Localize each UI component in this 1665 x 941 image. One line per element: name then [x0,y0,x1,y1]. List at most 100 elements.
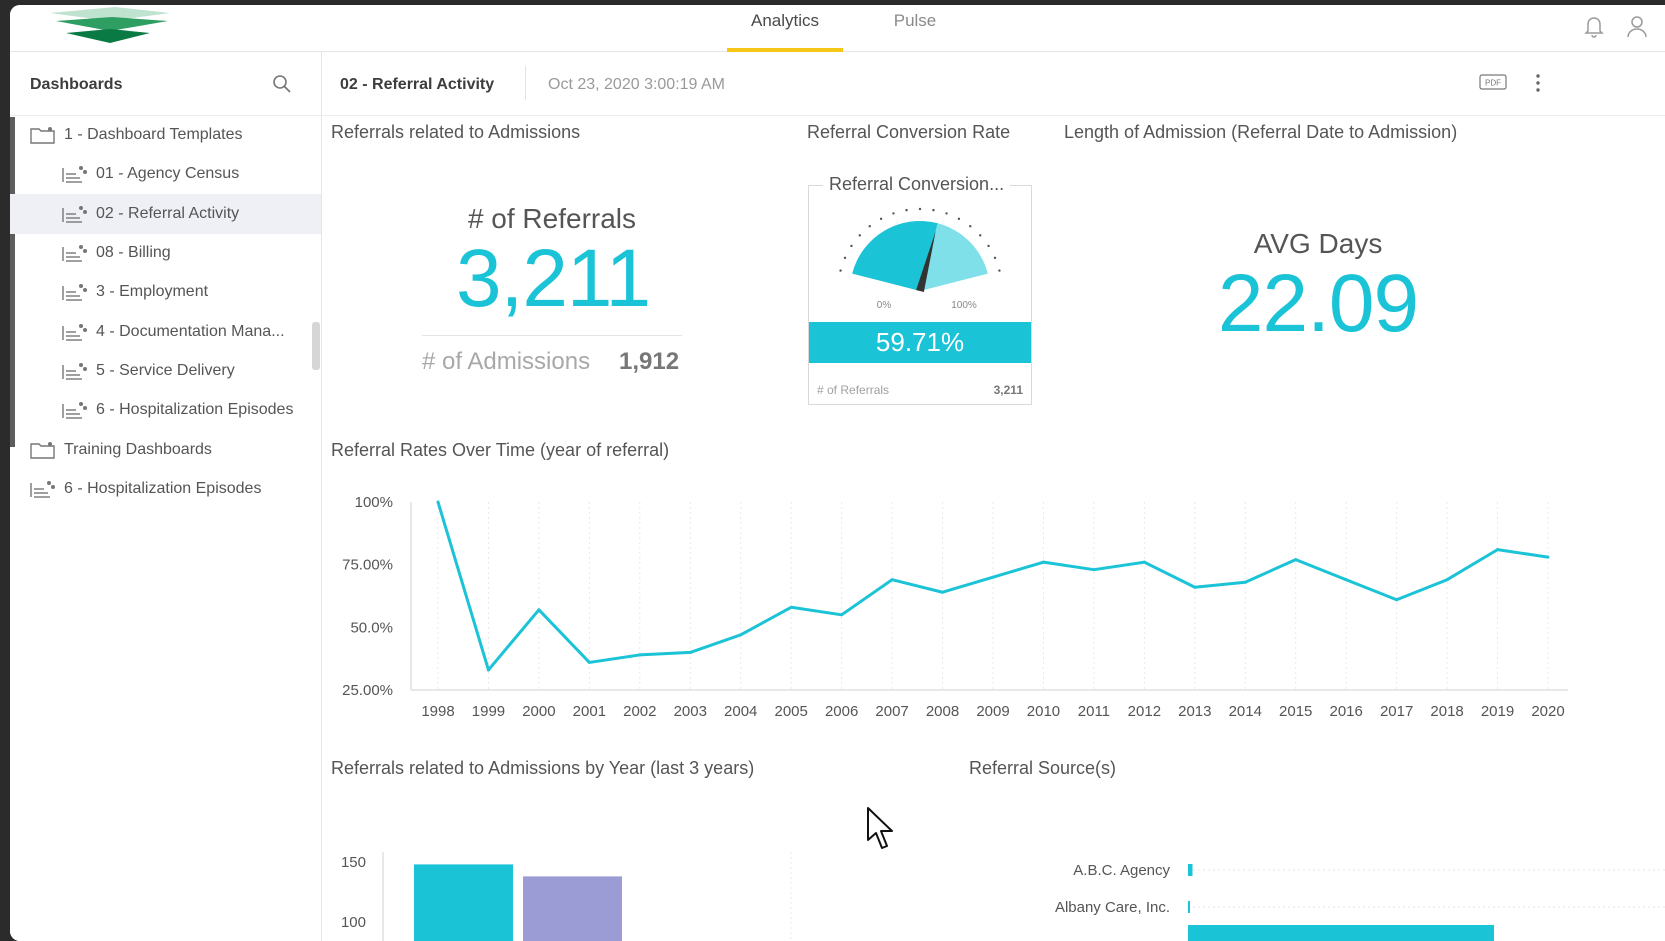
dashboard-icon [30,481,55,498]
sidebar-scrollbar[interactable] [312,322,320,370]
dashboard-icon [62,324,87,341]
avg-days-caption: AVG Days [1253,228,1383,259]
sidebar-item-hospitalization-episodes-root[interactable]: 6 - Hospitalization Episodes [10,469,321,509]
sidebar-item-label: 1 - Dashboard Templates [64,126,243,143]
x-tick-label: 2013 [1178,703,1211,720]
data-point [587,660,591,664]
x-tick-label: 1999 [472,703,505,720]
y-tick-label: 100 [341,914,366,931]
referral-rates-line-chart[interactable]: 1998 1999 2000 2001 2002 2003 2004 2005 2006 2007… [323,482,1665,732]
category-label: Albany Care, Inc. [1055,899,1170,916]
y-tick-label: 150 [341,854,366,871]
search-icon[interactable] [272,74,292,94]
widget-title-by-year: Referrals related to Admissions by Year … [331,758,755,778]
sidebar-item-label: 08 - Billing [96,244,171,261]
gauge-tick [918,207,922,211]
pdf-export-icon[interactable]: PDF [1479,72,1507,92]
widget-title-referral-rates: Referral Rates Over Time (year of referr… [331,440,670,460]
data-point [1546,555,1550,559]
header-divider [525,66,526,100]
gauge-tick [892,212,895,215]
data-point [1395,598,1399,602]
avg-days-value: 22.09 [1217,258,1419,349]
dashboard-icon [62,363,87,380]
x-tick-label: 2008 [926,703,959,720]
more-options-icon[interactable] [1533,70,1543,96]
y-tick-label: 75.00% [342,557,393,574]
sidebar-item-service-delivery[interactable]: 5 - Service Delivery [10,351,321,391]
gauge-max-label: 100% [951,300,977,311]
dashboards-sidebar: Dashboards 1 - Dashboard Templates 01 - … [10,52,322,941]
user-profile-icon[interactable] [1624,13,1650,39]
widget-title-referrals: Referrals related to Admissions [331,122,581,142]
pdf-label: PDF [1485,79,1501,88]
sidebar-item-hospitalization-episodes[interactable]: 6 - Hospitalization Episodes [10,390,321,430]
bar [1188,925,1494,941]
x-tick-label: 2014 [1229,703,1262,720]
widget-title-referral-sources: Referral Source(s) [969,758,1117,778]
sidebar-item-billing[interactable]: 08 - Billing [10,233,321,273]
dashboard-icon [62,206,87,223]
sidebar-title: Dashboards [30,76,123,93]
sidebar-item-label: 5 - Service Delivery [96,362,235,379]
brand-logo[interactable] [50,7,180,47]
tab-pulse[interactable]: Pulse [880,5,950,52]
dashboard-header: 02 - Referral Activity Oct 23, 2020 3:00… [323,52,1665,116]
gauge-widget[interactable]: Referral Conversion... 0% 100% 59.71% # … [808,174,1032,405]
sidebar-item-label: 6 - Hospitalization Episodes [64,480,262,497]
data-point [486,668,490,672]
gauge-tick [858,234,861,237]
x-tick-label: 2009 [976,703,1009,720]
data-point [1193,585,1197,589]
bar [414,864,513,941]
gauge-tick [868,225,871,228]
gauge-tick [879,217,883,221]
x-tick-label: 2018 [1430,703,1463,720]
dashboard-title: 02 - Referral Activity [340,76,495,93]
data-point [1243,580,1247,584]
referral-sources-bar-chart[interactable]: A.B.C. Agency Albany Care, Inc. [963,792,1665,941]
y-tick-label: 100% [355,494,393,511]
gauge-tick [843,256,847,260]
x-tick-label: 2002 [623,703,656,720]
x-tick-label: 2012 [1128,703,1161,720]
app-window: Analytics Pulse Dashboards 1 - Dashboard… [10,5,1665,941]
sidebar-item-training-dashboards[interactable]: Training Dashboards [10,430,321,470]
sidebar-item-label: 01 - Agency Census [96,165,240,182]
dashboard-icon [62,166,87,183]
gauge-tick [979,234,982,237]
y-tick-label: 25.00% [342,682,393,699]
referrals-value: 3,211 [455,233,651,324]
sidebar-item-agency-census[interactable]: 01 - Agency Census [10,154,321,194]
x-tick-label: 2015 [1279,703,1312,720]
x-tick-label: 2019 [1481,703,1514,720]
sidebar-item-label: 6 - Hospitalization Episodes [96,401,294,418]
data-point [1445,578,1449,582]
gauge-tick [998,269,1001,272]
data-point [789,605,793,609]
y-tick-label: 50.0% [350,619,393,636]
tab-analytics[interactable]: Analytics [727,5,843,52]
data-point [991,575,995,579]
gauge-title: Referral Conversion... [823,174,1011,195]
gauge-tick [969,225,972,228]
dashboard-timestamp: Oct 23, 2020 3:00:19 AM [548,76,726,93]
sidebar-item-documentation-management[interactable]: 4 - Documentation Mana... [10,312,321,352]
notification-bell-icon[interactable] [1581,13,1607,39]
referrals-caption: # of Referrals [467,203,637,234]
dashboard-icon [62,402,87,419]
gauge-value-bar: 59.71% [809,322,1031,363]
gauge-tick [945,212,948,215]
sidebar-item-label: Training Dashboards [64,441,212,458]
mouse-cursor-icon [867,807,893,849]
sidebar-item-dashboard-templates[interactable]: 1 - Dashboard Templates [10,115,321,155]
top-bar: Analytics Pulse [10,5,1665,52]
sidebar-header: Dashboards [10,52,321,116]
referrals-by-year-bar-chart[interactable]: 150 100 [323,792,943,941]
x-tick-label: 2020 [1531,703,1564,720]
sidebar-item-employment[interactable]: 3 - Employment [10,272,321,312]
folder-icon [30,442,55,459]
data-point [941,590,945,594]
sidebar-item-referral-activity[interactable]: 02 - Referral Activity [10,194,321,234]
dashboard-icon [62,245,87,262]
